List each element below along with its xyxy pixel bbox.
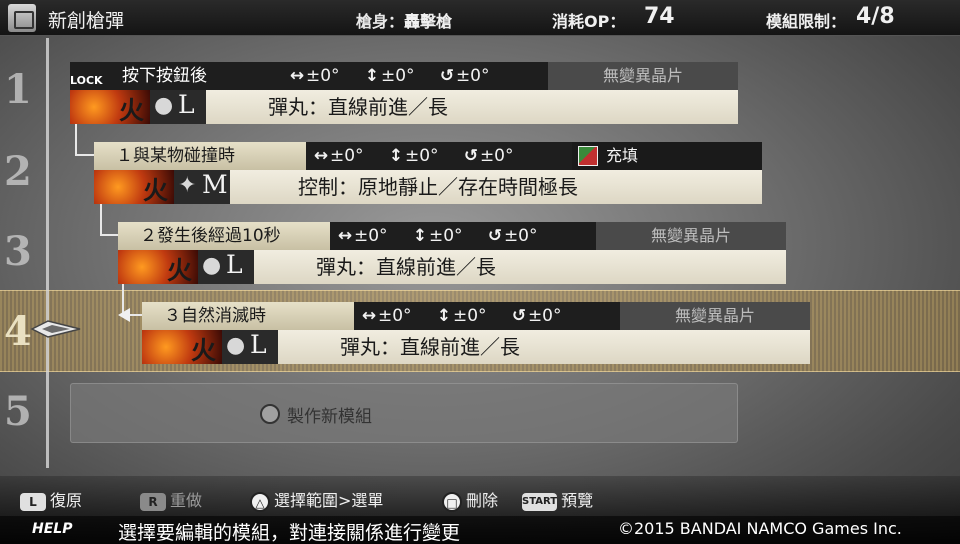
op-cost-label: 消耗OP： [552,12,626,31]
sphere-icon: ● [226,333,246,358]
bias-chip-slot[interactable]: 無變異晶片 [596,222,786,250]
preview-button[interactable]: START 預覽 [522,487,593,511]
bullet-editor-icon [8,4,36,32]
delete-button[interactable]: □ 刪除 [442,487,498,512]
chip-icon [578,146,598,166]
square-button-icon: □ [442,491,462,512]
module-params[interactable]: ↔ ±0° ↕ ±0° ↺ ±0° [312,142,532,170]
element-fire-icon: 火 [70,90,150,125]
module-condition[interactable]: ３自然消滅時 [142,302,354,330]
size-label: L [178,90,195,119]
page-title: 新創槍彈 [48,10,125,32]
module-limit-value: 4/8 [856,4,895,29]
link-line [75,122,95,156]
module-condition[interactable]: LOCK 按下按鈕後 [70,62,282,90]
copyright-text: ©2015 BANDAI NAMCO Games Inc. [618,519,902,538]
size-label: M [202,170,228,199]
start-button-icon: START [522,492,558,511]
row-number: 5 [4,388,32,435]
select-range-button[interactable]: △ 選擇範圍>選單 [250,487,383,512]
new-module-label: 製作新模組 [287,407,372,427]
module-description: 彈丸：直線前進／長 [316,255,496,279]
module-description: 彈丸：直線前進／長 [340,335,520,359]
rotate-icon: ↺ [463,146,479,166]
row-number: 3 [4,228,32,275]
rotate-icon: ↺ [487,226,503,246]
row-number: 2 [4,148,32,195]
gun-type-label: 槍身：轟擊槍 [356,12,453,31]
redo-button[interactable]: R 重做 [140,487,202,511]
element-fire-icon: 火 [94,170,174,205]
bias-chip-slot[interactable]: 充填 [572,142,762,170]
module-limit-label: 模組限制： [766,12,847,31]
rotate-icon: ↺ [439,66,455,86]
triangle-button-icon: △ [250,491,270,512]
horizontal-arrow-icon: ↔ [361,306,377,326]
module-params[interactable]: ↔ ±0° ↕ ±0° ↺ ±0° [288,62,508,90]
horizontal-arrow-icon: ↔ [337,226,353,246]
r-button-icon: R [140,492,166,511]
module-card-selected[interactable]: ３自然消滅時 ↔ ±0° ↕ ±0° ↺ ±0° 無變異晶片 火 ● L 彈丸：直線前進… [142,302,810,365]
row-number: 1 [4,66,32,113]
module-condition[interactable]: １與某物碰撞時 [94,142,306,170]
top-header: 新創槍彈 槍身：轟擊槍 消耗OP： 74 模組限制： 4/8 [0,0,960,36]
module-card[interactable]: １與某物碰撞時 ↔ ±0° ↕ ±0° ↺ ±0° 充填 火 ✦ M 控制：原地靜止／存… [94,142,762,205]
sphere-icon: ● [154,93,174,118]
module-card[interactable]: ２發生後經過10秒 ↔ ±0° ↕ ±0° ↺ ±0° 無變異晶片 火 ● L 彈丸：直… [118,222,786,285]
size-label: L [226,250,243,279]
rotate-icon: ↺ [511,306,527,326]
new-module-slot[interactable]: 製作新模組 [70,383,738,443]
star-icon: ✦ [178,173,197,198]
vertical-arrow-icon: ↕ [436,306,452,326]
circle-button-icon [260,404,280,424]
horizontal-arrow-icon: ↔ [313,146,329,166]
bias-chip-slot[interactable]: 無變異晶片 [620,302,810,330]
module-params[interactable]: ↔ ±0° ↕ ±0° ↺ ±0° [360,302,580,330]
element-fire-icon: 火 [118,250,198,285]
op-cost-value: 74 [644,4,675,29]
help-message: 選擇要編輯的模組，對連接關係進行變更 [118,522,461,544]
selection-cursor-icon [30,320,81,338]
module-params[interactable]: ↔ ±0° ↕ ±0° ↺ ±0° [336,222,556,250]
vertical-arrow-icon: ↕ [388,146,404,166]
row-rail [46,38,49,468]
gun-type-value: 轟擊槍 [404,12,453,31]
horizontal-arrow-icon: ↔ [289,66,305,86]
undo-button[interactable]: L 復原 [20,487,82,511]
module-description: 控制：原地靜止／存在時間極長 [298,175,578,199]
l-button-icon: L [20,492,46,511]
module-description: 彈丸：直線前進／長 [268,95,448,119]
module-condition[interactable]: ２發生後經過10秒 [118,222,330,250]
vertical-arrow-icon: ↕ [412,226,428,246]
sphere-icon: ● [202,253,222,278]
vertical-arrow-icon: ↕ [364,66,380,86]
module-card[interactable]: LOCK 按下按鈕後 ↔ ±0° ↕ ±0° ↺ ±0° 無變異晶片 火 ● L 彈丸：… [70,62,738,125]
row-number: 4 [4,308,32,355]
help-tag: HELP [32,521,73,537]
size-label: L [250,330,267,359]
bias-chip-slot[interactable]: 無變異晶片 [548,62,738,90]
element-fire-icon: 火 [142,330,222,365]
link-arrow-icon [118,308,130,322]
help-line: HELP 選擇要編輯的模組，對連接關係進行變更 ©2015 BANDAI NAM… [0,516,960,544]
